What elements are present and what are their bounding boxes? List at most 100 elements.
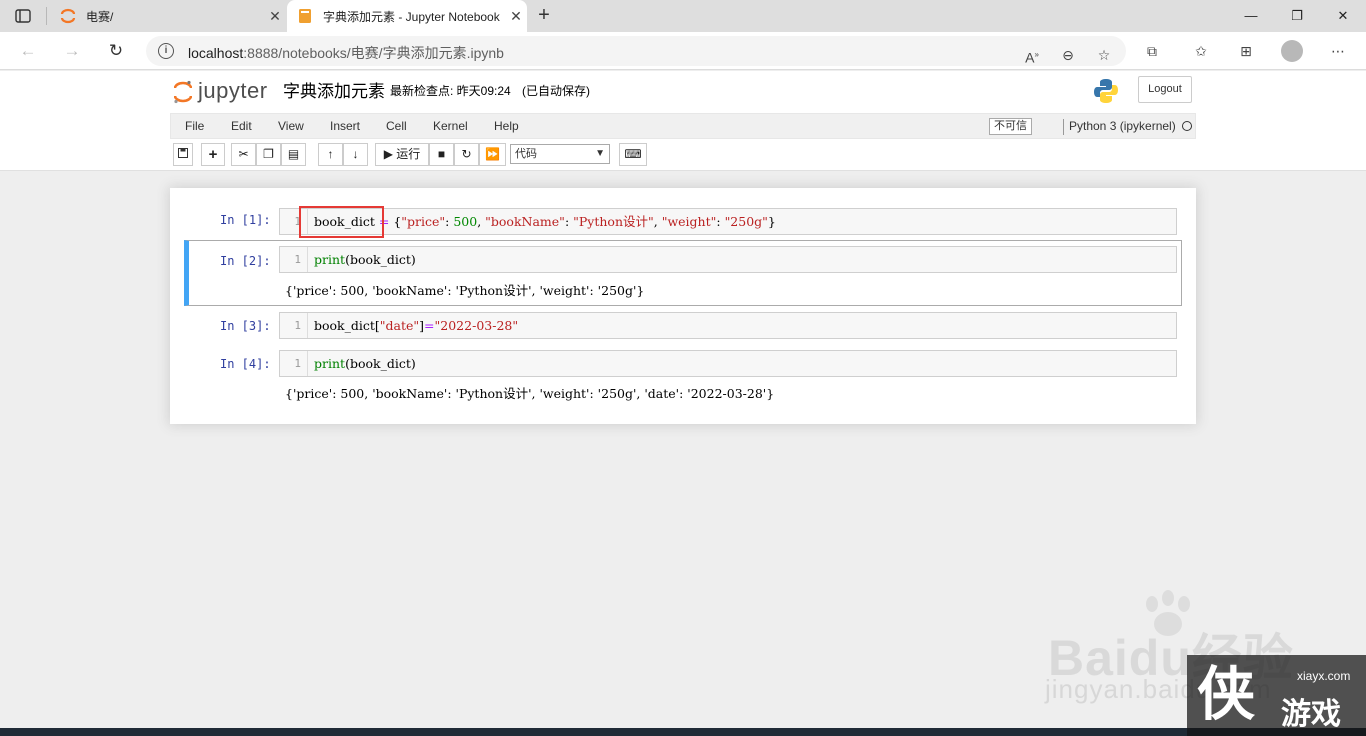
python-logo-icon (1093, 78, 1119, 104)
jupyter-header: jupyter 字典添加元素 最新检查点: 昨天09:24 (已自动保存) Lo… (0, 71, 1366, 111)
notebook-name[interactable]: 字典添加元素 (283, 77, 385, 102)
cell-input[interactable]: 1 print(book_dict) (279, 246, 1177, 273)
code-token: "price" (401, 214, 446, 229)
browser-tab-notebook[interactable]: 字典添加元素 - Jupyter Notebook ✕ (287, 0, 527, 32)
code-token: : (564, 214, 574, 229)
menu-help[interactable]: Help (494, 119, 519, 133)
autosave-status: (已自动保存) (522, 84, 590, 98)
os-taskbar (0, 728, 1366, 736)
insert-cell-icon[interactable]: + (201, 143, 225, 166)
code-cell-2[interactable]: In [2]: 1 print(book_dict) {'price': 500… (184, 240, 1182, 306)
restore-icon[interactable]: ❐ (1274, 0, 1320, 32)
menu-file[interactable]: File (185, 119, 204, 133)
paste-icon[interactable]: ▤ (281, 143, 306, 166)
keyboard-shortcuts-icon[interactable]: ⌨ (619, 143, 647, 166)
kernel-status-icon (1182, 121, 1192, 131)
line-number: 1 (280, 247, 308, 272)
code-line[interactable]: print(book_dict) (314, 247, 416, 272)
code-token: (book_dict) (345, 252, 416, 267)
code-token: book_dict[ (314, 318, 380, 333)
close-tab-icon[interactable]: ✕ (264, 8, 286, 25)
profile-avatar[interactable] (1281, 40, 1303, 62)
url-host: localhost (188, 45, 244, 61)
menubar: File Edit View Insert Cell Kernel Help 不… (170, 113, 1196, 139)
url-path: :8888/notebooks/电赛/字典添加元素.ipynb (243, 45, 504, 61)
code-token: 500 (453, 214, 478, 229)
code-cell-4[interactable]: In [4]: 1 print(book_dict) {'price': 500… (184, 348, 1182, 408)
url-text[interactable]: localhost:8888/notebooks/电赛/字典添加元素.ipynb (188, 43, 504, 63)
jupyter-logo-icon (173, 80, 193, 104)
browser-tab-dir[interactable]: 电赛/ ✕ (50, 0, 286, 32)
code-token: print (314, 252, 346, 267)
site-watermark-url: xiayx.com (1297, 669, 1351, 683)
code-token: } (767, 214, 776, 229)
forward-icon[interactable]: → (60, 40, 84, 62)
run-button[interactable]: ▶ 运行 (375, 143, 429, 166)
refresh-icon[interactable]: ↻ (104, 40, 128, 62)
cell-prompt: In [2]: (220, 254, 271, 268)
site-info-icon[interactable]: i (158, 43, 174, 59)
code-cell-3[interactable]: In [3]: 1 book_dict["date"]="2022-03-28" (184, 310, 1182, 340)
notebook-favicon-icon (297, 8, 313, 24)
code-token: (book_dict) (345, 356, 416, 371)
cell-input[interactable]: 1 book_dict["date"]="2022-03-28" (279, 312, 1177, 339)
add-favorite-icon[interactable]: ☆ (1094, 45, 1114, 65)
browser-tabstrip: 电赛/ ✕ 字典添加元素 - Jupyter Notebook ✕ + — ❐ … (0, 0, 1366, 32)
menu-insert[interactable]: Insert (330, 119, 360, 133)
new-tab-icon[interactable]: + (532, 4, 556, 28)
move-down-icon[interactable]: ↓ (343, 143, 368, 166)
menu-area: File Edit View Insert Cell Kernel Help 不… (0, 111, 1366, 171)
zoom-icon[interactable]: ⊖ (1058, 45, 1078, 65)
annotation-highlight-box (299, 206, 384, 238)
window-close-icon[interactable]: ✕ (1320, 0, 1366, 32)
back-icon[interactable]: ← (16, 40, 40, 62)
cell-prompt: In [4]: (220, 357, 271, 371)
code-token: "weight" (661, 214, 717, 229)
code-token: "2022-03-28" (434, 318, 519, 333)
line-number: 1 (280, 313, 308, 338)
code-token: "250g" (724, 214, 768, 229)
browser-navbar: ← → ↻ i localhost:8888/notebooks/电赛/字典添加… (0, 32, 1366, 70)
cell-input[interactable]: 1 book_dict = {"price": 500, "bookName":… (279, 208, 1177, 235)
tab-title: 字典添加元素 - Jupyter Notebook (323, 9, 500, 24)
jupyter-logo[interactable]: jupyter (173, 76, 274, 106)
trust-indicator[interactable]: 不可信 (989, 118, 1032, 135)
copy-icon[interactable]: ❐ (256, 143, 281, 166)
save-icon[interactable] (173, 143, 193, 166)
menu-cell[interactable]: Cell (386, 119, 407, 133)
code-token: print (314, 356, 346, 371)
code-token: = (424, 318, 435, 333)
minimize-icon[interactable]: — (1228, 0, 1274, 32)
menu-kernel[interactable]: Kernel (433, 119, 468, 133)
move-up-icon[interactable]: ↑ (318, 143, 343, 166)
run-icon: ▶ (383, 147, 393, 161)
collections-icon[interactable]: ⊞ (1236, 41, 1256, 61)
tab-title: 电赛/ (86, 9, 114, 24)
menu-view[interactable]: View (278, 119, 304, 133)
jupyter-wordmark: jupyter (198, 78, 268, 103)
favorites-icon[interactable]: ✩ (1191, 41, 1211, 61)
restart-run-all-icon[interactable]: ⏩ (479, 143, 506, 166)
site-watermark-glyph: 侠 (1197, 662, 1256, 727)
code-token: "bookName" (485, 214, 565, 229)
code-line[interactable]: book_dict["date"]="2022-03-28" (314, 313, 518, 338)
run-label: 运行 (396, 147, 421, 161)
cell-type-value: 代码 (515, 148, 537, 160)
extensions-icon[interactable]: ⧉ (1142, 41, 1162, 61)
cell-output: {'price': 500, 'bookName': 'Python设计', '… (285, 386, 775, 401)
kernel-divider (1063, 119, 1064, 135)
interrupt-icon[interactable]: ■ (429, 143, 454, 166)
close-tab-icon[interactable]: ✕ (505, 8, 527, 25)
code-line[interactable]: print(book_dict) (314, 351, 416, 376)
menu-edit[interactable]: Edit (231, 119, 252, 133)
logout-button[interactable]: Logout (1138, 76, 1192, 103)
cut-icon[interactable]: ✂ (231, 143, 256, 166)
cell-type-select[interactable]: 代码 ▼ (510, 144, 610, 164)
cell-input[interactable]: 1 print(book_dict) (279, 350, 1177, 377)
tab-actions-icon[interactable] (8, 6, 38, 26)
more-menu-icon[interactable]: ⋯ (1328, 41, 1348, 61)
kernel-name: Python 3 (ipykernel) (1069, 119, 1176, 133)
address-bar[interactable]: i localhost:8888/notebooks/电赛/字典添加元素.ipy… (146, 36, 1126, 66)
read-aloud-icon[interactable]: A» (1022, 45, 1042, 66)
restart-icon[interactable]: ↻ (454, 143, 479, 166)
